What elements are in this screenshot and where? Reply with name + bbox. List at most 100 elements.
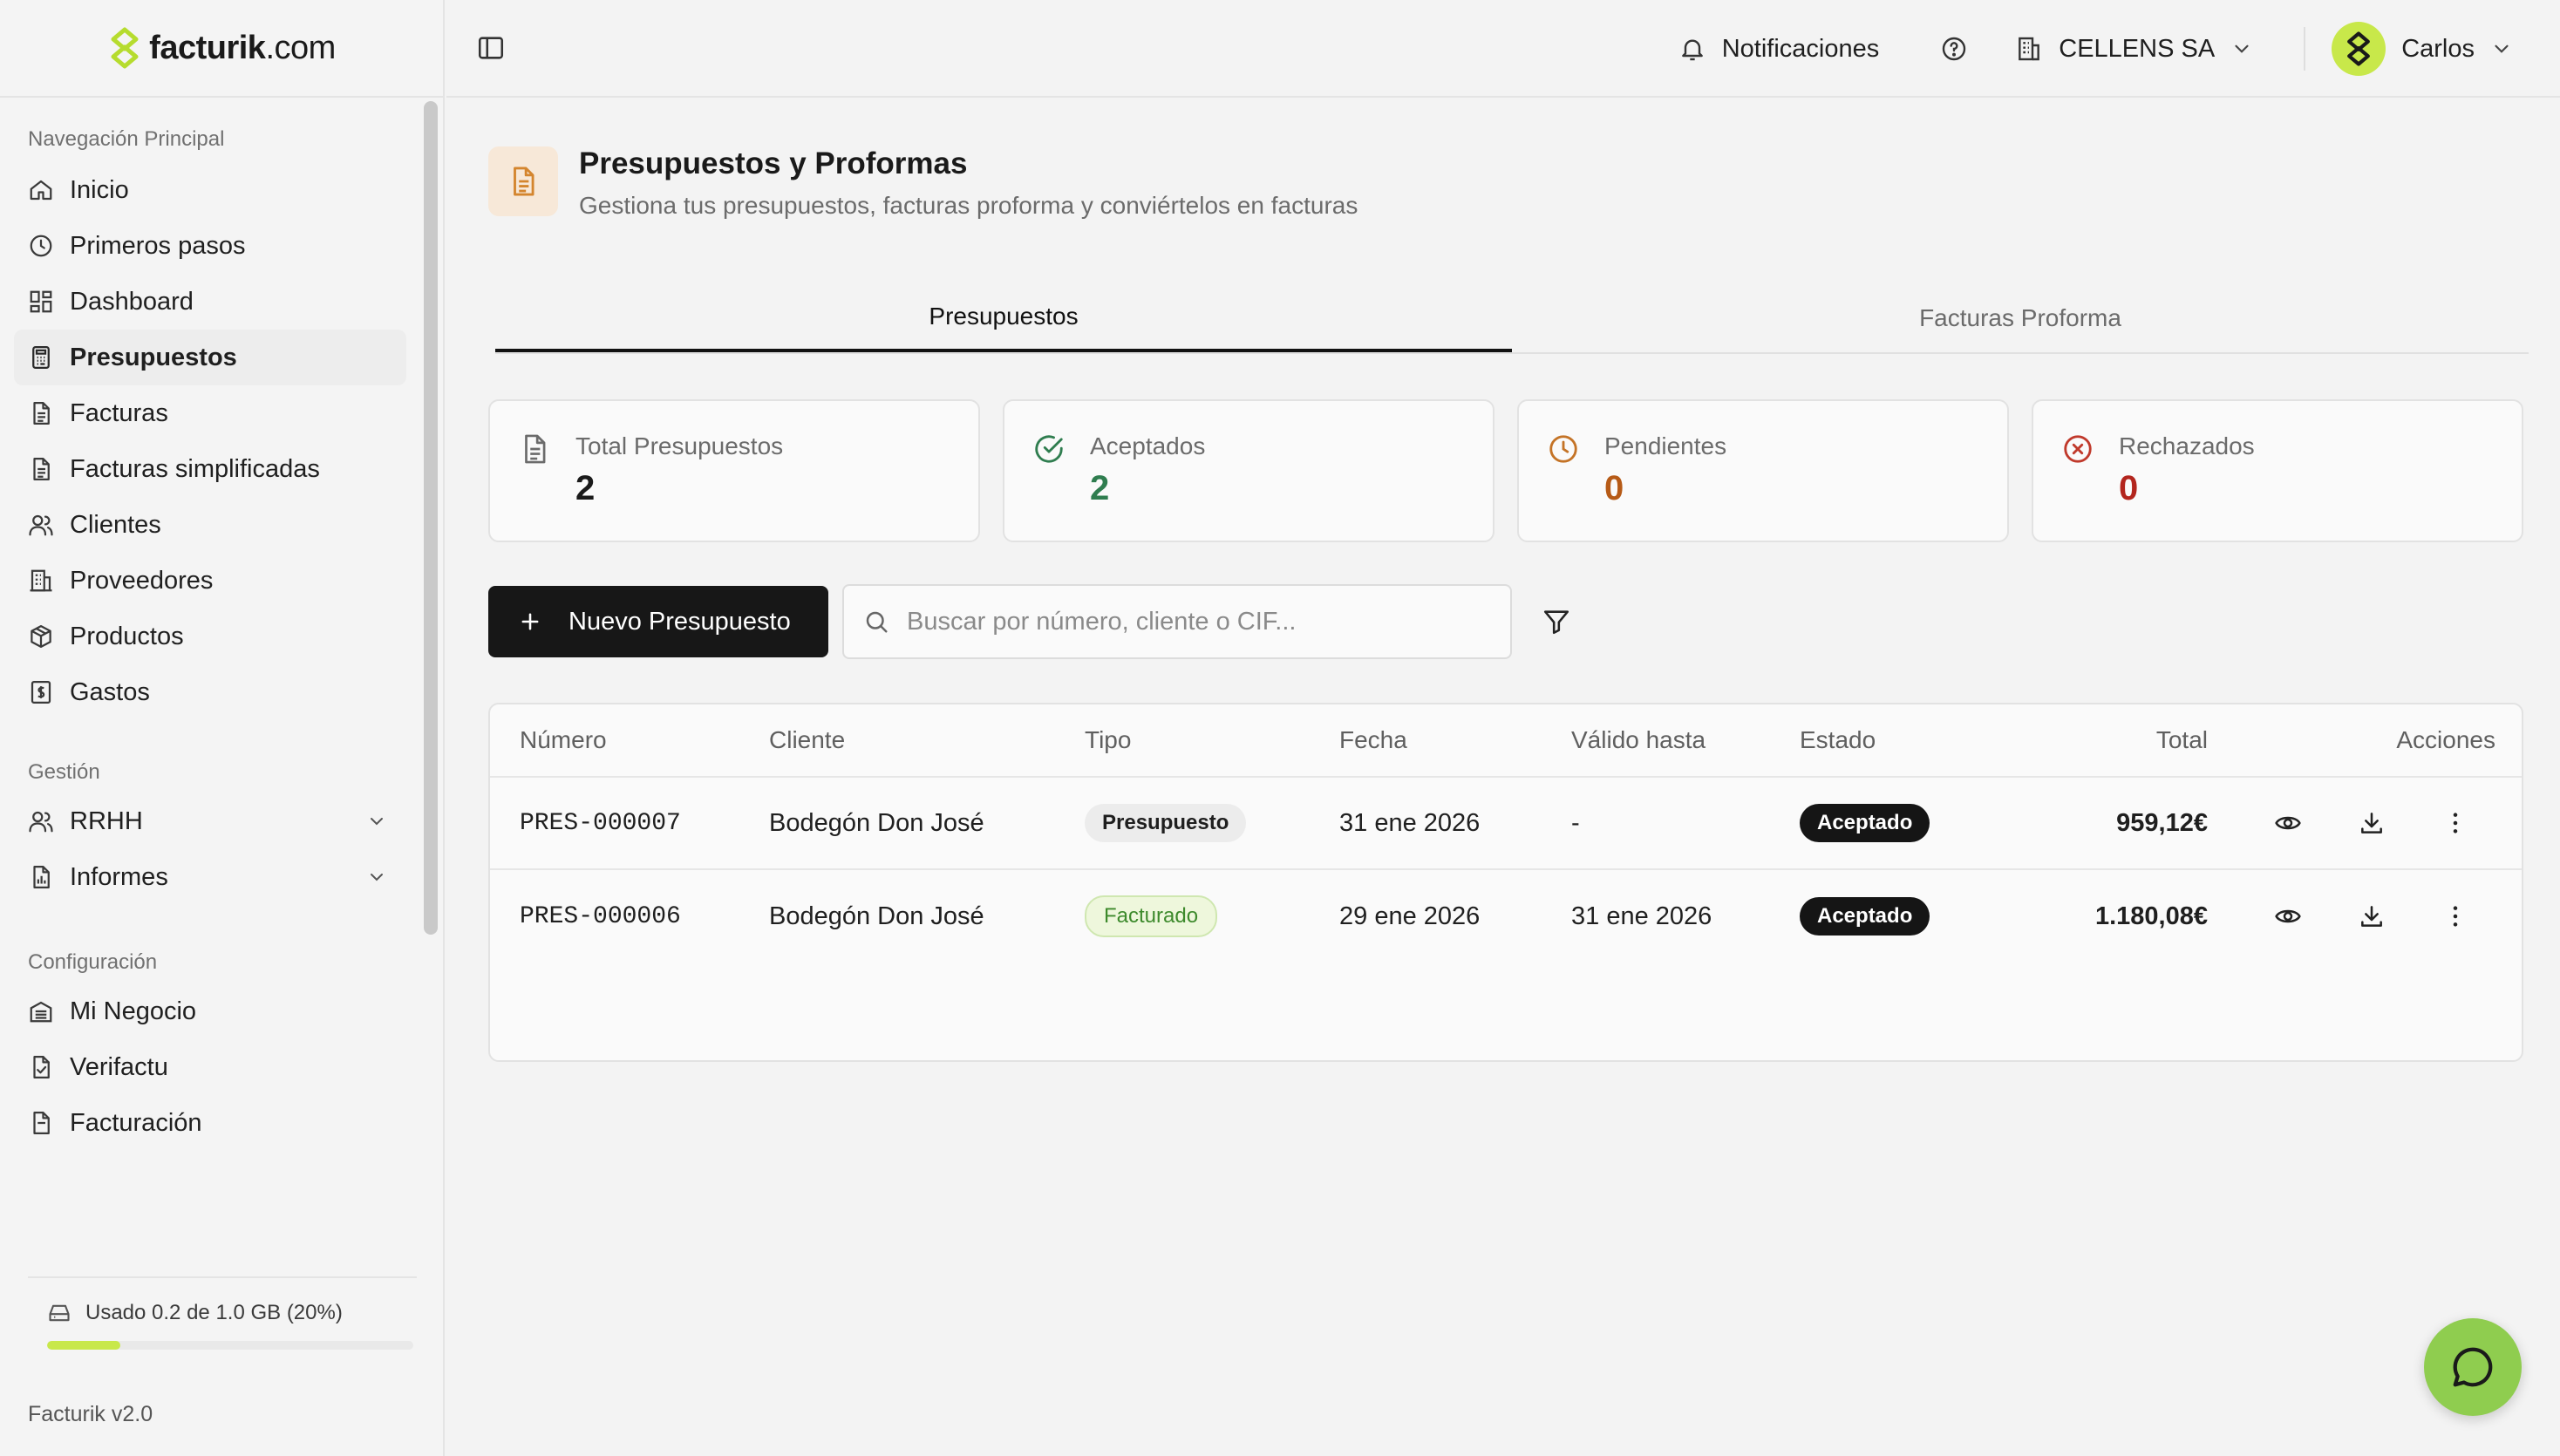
chevron-down-icon [2495,44,2509,53]
column-header[interactable]: Fecha [1339,704,1407,776]
sidebar-item-label: Gastos [70,677,150,706]
column-header[interactable]: Número [520,704,607,776]
cell-fecha: 31 ene 2026 [1339,808,1481,837]
filter-button[interactable] [1542,607,1571,636]
sidebar-item-label: Facturación [70,1108,202,1137]
column-header[interactable]: Válido hasta [1571,704,1706,776]
column-header[interactable]: Total [2060,704,2208,776]
user-menu[interactable]: Carlos [2332,22,2513,76]
search-box[interactable] [842,584,1512,659]
app-version: Facturik v2.0 [28,1402,153,1426]
sidebar-item-rrhh[interactable]: RRHH [14,793,406,849]
facturik-logo-icon [2347,31,2371,66]
sidebar-item-inicio[interactable]: Inicio [14,162,406,218]
cell-valido-hasta: 31 ene 2026 [1571,901,1712,930]
column-header[interactable]: Tipo [1085,704,1131,776]
nav-scroll-area[interactable]: Navegación Principal Inicio Primeros pas… [0,98,420,1248]
cell-valido-hasta: - [1571,808,1580,837]
top-header: Notificaciones CELLENS SA Carlos [446,0,2560,98]
search-input[interactable] [907,607,1500,636]
help-button[interactable] [1940,35,1968,63]
new-presupuesto-button[interactable]: Nuevo Presupuesto [488,586,828,657]
tab-presupuestos[interactable]: Presupuestos [495,284,1512,352]
document-icon [33,1112,50,1134]
column-header: Acciones [2396,726,2495,753]
chevron-down-icon [371,874,383,881]
sidebar-item-label: Verifactu [70,1052,168,1081]
sidebar-item-proveedores[interactable]: Proveedores [14,553,406,609]
eye-icon [2275,816,2301,830]
brand-domain: .com [265,29,336,66]
sidebar-item-primeros-pasos[interactable]: Primeros pasos [14,218,406,274]
sidebar-toggle-icon [478,37,504,59]
help-icon [1943,37,1966,61]
users-icon [29,514,53,536]
sidebar-item-label: RRHH [70,806,143,835]
logo[interactable]: facturik.com [0,0,443,98]
sidebar-item-productos[interactable]: Productos [14,609,406,664]
sidebar-item-presupuestos[interactable]: Presupuestos [14,330,406,385]
column-header[interactable]: Cliente [769,704,845,776]
sidebar-toggle-button[interactable] [476,33,506,63]
sidebar-item-mi-negocio[interactable]: Mi Negocio [14,983,406,1039]
cell-total: 959,12€ [2116,808,2208,837]
table-header: Número Cliente Tipo Fecha Válido hasta E… [490,704,2522,778]
cell-numero: PRES-000007 [520,809,681,837]
sidebar-item-label: Mi Negocio [70,997,197,1025]
sidebar-item-gastos[interactable]: Gastos [14,664,406,720]
sidebar-item-facturacion[interactable]: Facturación [14,1095,406,1151]
stat-card-aceptados: Aceptados 2 [1003,399,1494,542]
table-row[interactable]: PRES-000006 Bodegón Don José Facturado 2… [490,870,2522,963]
sidebar-item-label: Inicio [70,175,129,204]
cell-total: 1.180,08€ [2094,901,2208,930]
company-selector[interactable]: CELLENS SA [2015,35,2253,64]
chat-button[interactable] [2424,1318,2522,1416]
more-options-button[interactable] [2441,778,2469,868]
view-button[interactable] [2274,778,2302,868]
more-vertical-icon [2453,906,2458,927]
main-content: Presupuestos y Proformas Gestiona tus pr… [446,98,2560,1456]
users-icon [29,811,53,833]
cell-fecha: 29 ene 2026 [1339,901,1481,930]
avatar [2332,22,2386,76]
sidebar-item-label: Facturas simplificadas [70,454,320,483]
presupuestos-table: Número Cliente Tipo Fecha Válido hasta E… [488,703,2523,1062]
sidebar-item-informes[interactable]: Informes [14,849,406,905]
more-options-button[interactable] [2441,870,2469,963]
download-button[interactable] [2358,778,2386,868]
sidebar-item-verifactu[interactable]: Verifactu [14,1039,406,1095]
notifications-button[interactable]: Notificaciones [1678,34,1880,64]
sidebar-item-facturas-simplificadas[interactable]: Facturas simplificadas [14,441,406,497]
stat-label: Aceptados [1090,432,1206,459]
chevron-down-icon [2235,44,2249,53]
stat-label: Total Presupuestos [575,432,784,459]
eye-icon [2275,909,2301,923]
download-icon [2361,906,2382,927]
chat-bubble-icon [2453,1347,2493,1387]
table-row[interactable]: PRES-000007 Bodegón Don José Presupuesto… [490,778,2522,870]
hard-drive-icon [49,1304,70,1322]
sidebar-item-label: Proveedores [70,566,214,595]
view-button[interactable] [2274,870,2302,963]
storage-usage: Usado 0.2 de 1.0 GB (20%) [28,1276,417,1360]
search-icon [866,611,888,633]
sidebar-item-label: Primeros pasos [70,231,246,260]
tab-facturas-proforma[interactable]: Facturas Proforma [1512,284,2529,352]
notifications-label: Notificaciones [1721,34,1880,63]
column-header[interactable]: Estado [1800,704,1876,776]
building-icon [2019,37,2040,61]
document-icon [514,167,534,196]
download-button[interactable] [2358,870,2386,963]
storage-bar [47,1341,413,1350]
stat-label: Rechazados [2119,432,2255,459]
sidebar-scrollbar[interactable] [424,101,438,935]
x-circle-icon [2064,435,2092,463]
calculator-icon [32,346,50,369]
sidebar-item-clientes[interactable]: Clientes [14,497,406,553]
sidebar-item-facturas[interactable]: Facturas [14,385,406,441]
brand-name: facturik [149,29,266,66]
page-subtitle: Gestiona tus presupuestos, facturas prof… [579,192,1358,219]
building-icon [30,569,52,592]
report-icon [33,866,50,888]
sidebar-item-dashboard[interactable]: Dashboard [14,274,406,330]
